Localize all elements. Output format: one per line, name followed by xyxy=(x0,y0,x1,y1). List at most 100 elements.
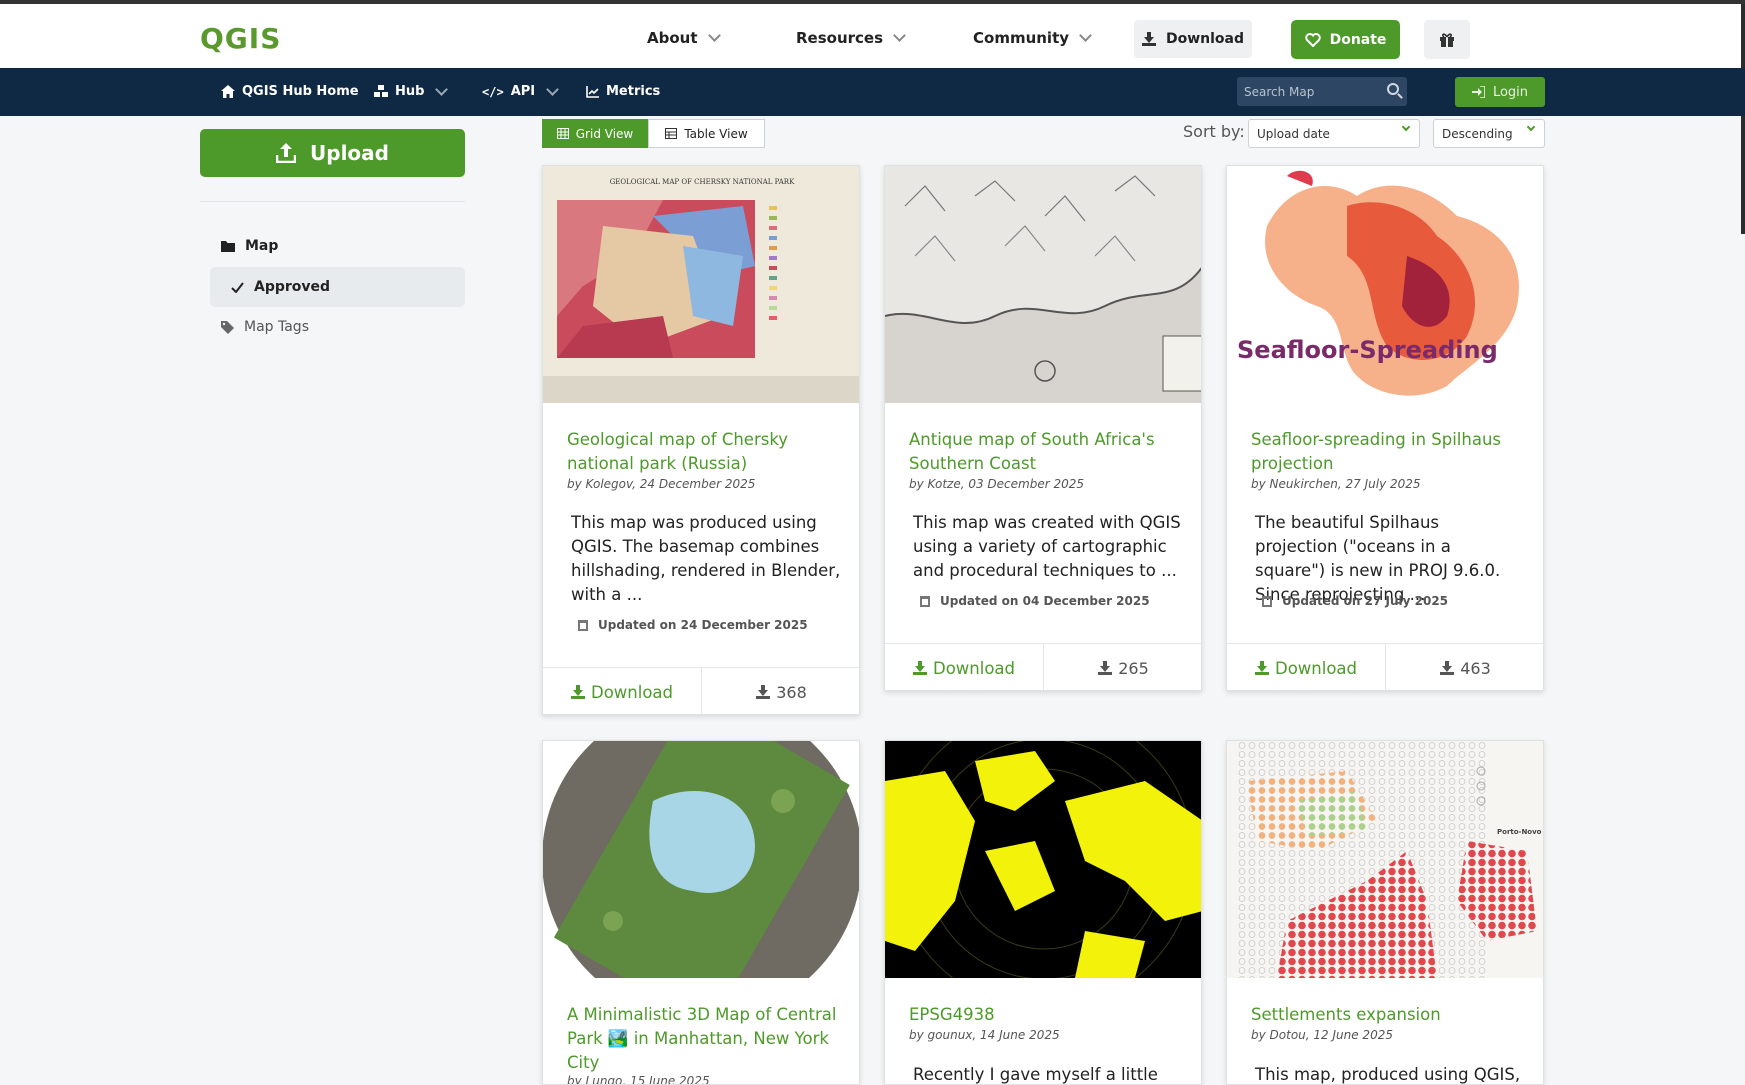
map-card[interactable]: GEOLOGICAL MAP OF CHERSKY NATIONAL PARK … xyxy=(542,165,860,715)
donate-button[interactable]: Donate xyxy=(1291,20,1400,59)
hub-navigation: QGIS Hub Home Hub </> API Metrics Search… xyxy=(0,68,1745,116)
upload-label: Upload xyxy=(310,141,389,165)
api-menu[interactable]: </> API xyxy=(482,82,559,99)
card-footer: Download 265 xyxy=(885,643,1201,690)
download-icon xyxy=(756,685,771,699)
sidebar-item-approved-content[interactable]: Approved xyxy=(231,279,330,295)
card-title[interactable]: EPSG4938 xyxy=(909,1003,1189,1027)
cubes-icon xyxy=(374,85,388,97)
map-thumbnail[interactable] xyxy=(543,741,859,978)
top-navigation: QGIS About Resources Community Download … xyxy=(0,4,1745,68)
grid-view-button[interactable]: Grid View xyxy=(542,119,648,148)
card-title[interactable]: A Minimalistic 3D Map of Central Park 🏞️… xyxy=(567,1003,847,1075)
card-updated-text: Updated on 24 December 2025 xyxy=(598,618,808,632)
sign-in-icon xyxy=(1471,86,1485,98)
card-download-button[interactable]: Download xyxy=(543,668,702,714)
upload-button[interactable]: Upload xyxy=(200,129,465,177)
qgis-logo[interactable]: QGIS xyxy=(200,22,281,55)
table-view-label: Table View xyxy=(684,126,748,141)
sidebar-item-label: Map xyxy=(245,238,279,254)
sort-order-select[interactable]: Descending xyxy=(1433,119,1545,148)
chevron-down-icon xyxy=(1079,29,1092,42)
card-updated-text: Updated on 04 December 2025 xyxy=(940,594,1150,608)
sort-label: Sort by: xyxy=(1183,122,1245,141)
map-card[interactable]: EPSG4938 by gounux, 14 June 2025 Recentl… xyxy=(884,740,1202,1085)
login-button[interactable]: Login xyxy=(1455,77,1545,107)
nav-resources[interactable]: Resources xyxy=(796,29,906,47)
gift-button[interactable] xyxy=(1424,20,1470,59)
map-card[interactable]: A Minimalistic 3D Map of Central Park 🏞️… xyxy=(542,740,860,1085)
calendar-icon xyxy=(578,619,588,631)
metrics-link[interactable]: Metrics xyxy=(586,84,660,99)
map-thumbnail[interactable]: GEOLOGICAL MAP OF CHERSKY NATIONAL PARK xyxy=(543,166,859,403)
download-button[interactable]: Download xyxy=(1134,20,1252,58)
download-count-value: 463 xyxy=(1460,658,1491,678)
metrics-label: Metrics xyxy=(606,84,661,99)
map-card[interactable]: Seafloor-Spreading Seafloor-spreading in… xyxy=(1226,165,1544,691)
grid-icon xyxy=(556,128,569,139)
card-download-label: Download xyxy=(932,658,1016,678)
card-title[interactable]: Antique map of South Africa's Southern C… xyxy=(909,428,1189,476)
card-title[interactable]: Settlements expansion xyxy=(1251,1003,1531,1027)
nav-resources-label: Resources xyxy=(796,29,884,47)
table-view-button[interactable]: Table View xyxy=(648,119,765,148)
map-thumbnail[interactable] xyxy=(885,166,1201,403)
hub-menu-label: Hub xyxy=(395,84,425,99)
card-description: This map, produced using QGIS, xyxy=(1255,1065,1521,1084)
sidebar-divider xyxy=(200,201,465,202)
card-title[interactable]: Geological map of Chersky national park … xyxy=(567,428,847,476)
card-author: by Neukirchen, 27 July 2025 xyxy=(1251,477,1421,491)
card-author: by Dotou, 12 June 2025 xyxy=(1251,1028,1393,1042)
download-count-value: 368 xyxy=(776,682,807,702)
sidebar-item-label: Approved xyxy=(254,279,331,295)
download-icon xyxy=(570,685,585,699)
scrollbar-thumb[interactable] xyxy=(1741,4,1745,234)
search-placeholder: Search Map xyxy=(1244,85,1315,99)
sidebar-item-map[interactable]: Map xyxy=(221,238,278,254)
card-author: by gounux, 14 June 2025 xyxy=(909,1028,1060,1042)
chart-line-icon xyxy=(586,85,599,98)
grid-view-label: Grid View xyxy=(575,126,634,141)
card-download-button[interactable]: Download xyxy=(885,644,1044,690)
chevron-down-icon xyxy=(707,29,721,42)
card-description: This map was created with QGIS using a v… xyxy=(913,513,1181,580)
card-updated: Updated on 27 July 2025 xyxy=(1262,594,1448,608)
card-description: Recently I gave myself a little xyxy=(913,1065,1158,1084)
login-label: Login xyxy=(1492,84,1529,100)
sort-field-select[interactable]: Upload date xyxy=(1248,119,1420,148)
card-author: by Lungo, 15 June 2025 xyxy=(567,1074,710,1085)
heart-icon xyxy=(1304,32,1321,47)
download-icon xyxy=(1440,661,1455,675)
download-count: 463 xyxy=(1386,644,1543,690)
thumbnail-caption: GEOLOGICAL MAP OF CHERSKY NATIONAL PARK xyxy=(610,178,795,186)
map-card[interactable]: Antique map of South Africa's Southern C… xyxy=(884,165,1202,691)
code-icon: </> xyxy=(482,84,504,99)
download-count: 265 xyxy=(1044,644,1201,690)
nav-about[interactable]: About xyxy=(647,29,721,47)
sidebar-item-map-tags[interactable]: Map Tags xyxy=(221,319,309,335)
download-icon xyxy=(1098,661,1113,675)
nav-community[interactable]: Community xyxy=(973,29,1092,47)
download-icon xyxy=(912,661,927,675)
upload-icon xyxy=(276,143,297,163)
calendar-icon xyxy=(920,595,930,607)
card-author: by Kolegov, 24 December 2025 xyxy=(567,477,756,491)
download-button-label: Download xyxy=(1165,31,1245,47)
card-footer: Download 463 xyxy=(1227,643,1543,690)
hub-menu[interactable]: Hub xyxy=(374,82,449,99)
thumbnail-caption: Porto-Novo xyxy=(1497,828,1542,836)
map-thumbnail[interactable] xyxy=(885,741,1201,978)
card-title[interactable]: Seafloor-spreading in Spilhaus projectio… xyxy=(1251,428,1531,476)
home-icon xyxy=(221,85,235,98)
card-download-button[interactable]: Download xyxy=(1227,644,1386,690)
map-thumbnail[interactable]: Porto-Novo xyxy=(1227,741,1543,978)
search-input[interactable]: Search Map xyxy=(1237,77,1407,106)
map-card[interactable]: Porto-Novo Settlements expansion by Doto… xyxy=(1226,740,1544,1085)
search-icon[interactable] xyxy=(1387,83,1399,95)
api-menu-label: API xyxy=(510,84,536,99)
map-thumbnail[interactable]: Seafloor-Spreading xyxy=(1227,166,1543,403)
thumbnail-caption: Seafloor-Spreading xyxy=(1237,336,1498,364)
card-description: The beautiful Spilhaus projection ("ocea… xyxy=(1255,513,1501,604)
hub-home-link[interactable]: QGIS Hub Home xyxy=(221,84,359,99)
card-description: This map was produced using QGIS. The ba… xyxy=(571,513,841,604)
